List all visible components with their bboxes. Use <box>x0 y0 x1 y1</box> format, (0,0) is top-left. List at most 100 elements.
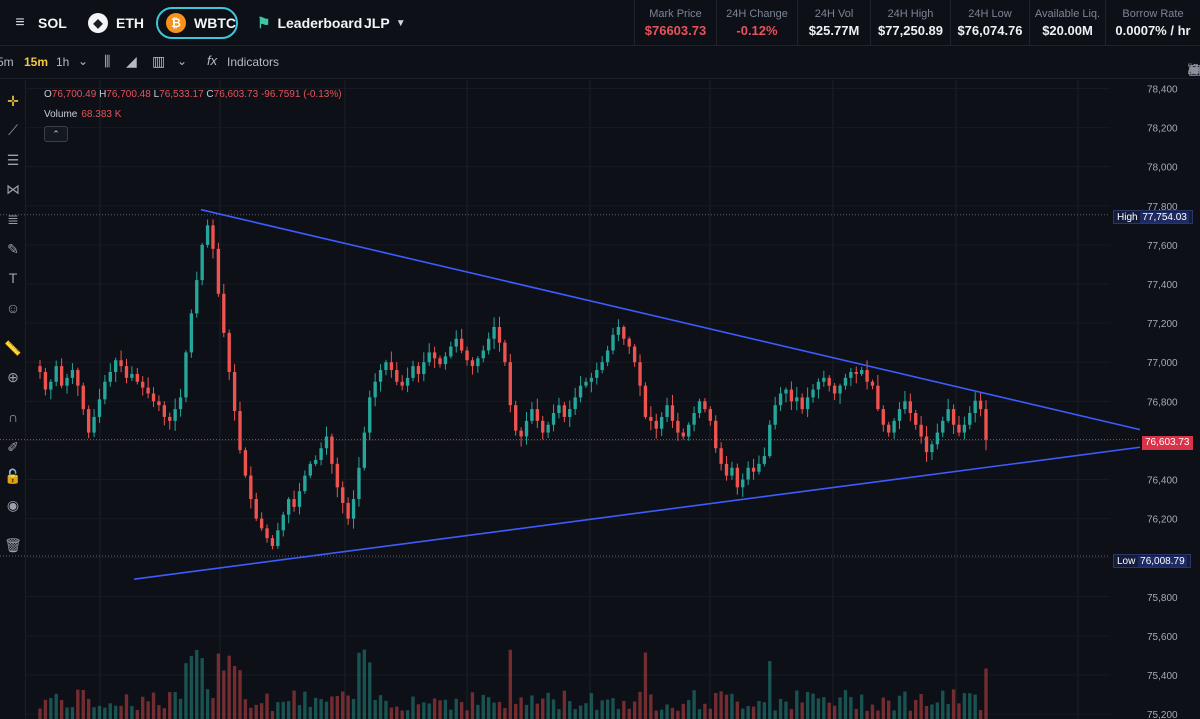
high-price-tag: High 77,754.03 <box>1113 210 1193 224</box>
bars-icon[interactable]: ▥ <box>152 53 165 70</box>
indicators-button[interactable]: Indicators <box>227 55 279 69</box>
candle-body <box>443 356 448 365</box>
volume-bar <box>795 690 799 719</box>
candle-body <box>65 377 69 386</box>
candle-body <box>411 366 415 378</box>
price-chart[interactable]: 78,40078,20078,00077,80077,60077,40077,2… <box>0 80 1200 719</box>
token-tab-wbtc[interactable]: ₿ WBTC <box>156 7 238 39</box>
token-tab-sol[interactable]: ≡ SOL <box>10 7 66 39</box>
candle-body <box>973 400 977 414</box>
candle-body <box>384 362 388 371</box>
volume-bar <box>568 701 572 719</box>
leaderboard-link[interactable]: ⚑ Leaderboard <box>257 7 362 39</box>
candle-body <box>454 338 458 347</box>
candle-body <box>286 499 291 515</box>
volume-bar <box>162 708 167 719</box>
ethereum-icon: ◆ <box>88 13 108 33</box>
chevron-down-icon[interactable]: ⌄ <box>177 54 187 68</box>
volume-bar <box>324 701 329 719</box>
candle-body <box>903 401 907 410</box>
candle-body <box>308 463 312 476</box>
price-tick-label: 75,400 <box>1147 671 1178 682</box>
candle-body <box>341 487 345 503</box>
volume-bar <box>43 699 48 719</box>
price-tick-label: 78,200 <box>1147 124 1178 135</box>
chevron-down-icon[interactable]: ⌄ <box>78 54 88 68</box>
candle-body <box>514 405 518 431</box>
timeframe-1h[interactable]: 1h <box>56 55 69 69</box>
volume-bar <box>232 665 237 719</box>
timeframe-15m[interactable]: 15m <box>24 55 48 69</box>
price-tick-label: 76,400 <box>1147 476 1178 487</box>
volume-bar <box>627 708 631 719</box>
candle-body <box>492 327 496 339</box>
volume-bar <box>130 706 134 719</box>
volume-bar <box>92 707 96 719</box>
stat-24h-change: 24H Change -0.12% <box>716 0 797 46</box>
volume-bar <box>124 694 129 719</box>
candle-body <box>546 424 550 433</box>
volume-bar <box>735 701 740 719</box>
candle-body <box>789 389 794 402</box>
volume-bar <box>887 700 891 719</box>
candle-body <box>205 225 210 245</box>
candles-icon[interactable]: ⫼ <box>104 53 110 70</box>
candle-body <box>114 360 118 372</box>
volume-bar <box>914 699 918 719</box>
volume-bar <box>470 692 475 719</box>
volume-bar <box>319 699 323 719</box>
token-tab-eth[interactable]: ◆ ETH <box>88 7 144 39</box>
volume-bar <box>454 698 458 719</box>
timeframe-5m[interactable]: 5m <box>0 55 14 69</box>
volume-bar <box>459 702 464 719</box>
volume-bar <box>800 702 804 719</box>
candle-body <box>178 397 183 410</box>
bitcoin-icon: ₿ <box>166 13 186 33</box>
volume-bar <box>784 701 788 719</box>
candle-body <box>119 360 123 367</box>
volume-bar <box>919 694 923 719</box>
candle-body <box>276 530 280 546</box>
candle-body <box>92 416 96 433</box>
price-tick-label: 77,000 <box>1147 358 1178 369</box>
candle-body <box>103 381 107 400</box>
candle-body <box>97 399 102 417</box>
leaderboard-label: Leaderboard <box>277 15 363 31</box>
candle-body <box>654 420 658 429</box>
candle-body <box>816 381 821 390</box>
price-tick-label: 78,000 <box>1147 163 1178 174</box>
candle-body <box>59 366 64 386</box>
candle-body <box>843 377 848 386</box>
area-chart-icon[interactable]: ◢ <box>126 53 137 70</box>
stat-24h-vol: 24H Vol $25.77M <box>797 0 870 46</box>
volume-bar <box>573 709 577 719</box>
volume-bar <box>670 707 675 719</box>
candle-body <box>730 467 734 476</box>
candle-body <box>508 362 512 406</box>
volume-bar <box>438 700 442 719</box>
token-label: ETH <box>116 15 144 31</box>
volume-bar <box>762 702 767 719</box>
candle-body <box>573 397 577 410</box>
price-tick-label: 77,200 <box>1147 319 1178 330</box>
candle-body <box>935 432 940 445</box>
volume-bar <box>643 652 648 719</box>
flag-icon: ⚑ <box>257 15 271 32</box>
camera-icon[interactable]: ▣ <box>1188 61 1200 78</box>
candle-body <box>697 401 702 414</box>
last-price-tag: 76,603.73 <box>1142 436 1193 450</box>
volume-bar <box>314 697 318 719</box>
solana-icon: ≡ <box>15 14 25 31</box>
candle-body <box>584 381 588 386</box>
candle-body <box>389 362 394 371</box>
volume-bar <box>865 710 869 719</box>
candle-body <box>49 381 53 390</box>
volume-bar <box>822 697 826 719</box>
candle-body <box>719 448 723 464</box>
candle-body <box>43 371 48 390</box>
candle-body <box>189 313 194 353</box>
collapse-legend-button[interactable]: ⌃ <box>44 126 68 142</box>
jlp-dropdown[interactable]: JLP ▼ <box>364 7 406 39</box>
candle-body <box>865 370 869 382</box>
volume-bar <box>941 690 945 719</box>
